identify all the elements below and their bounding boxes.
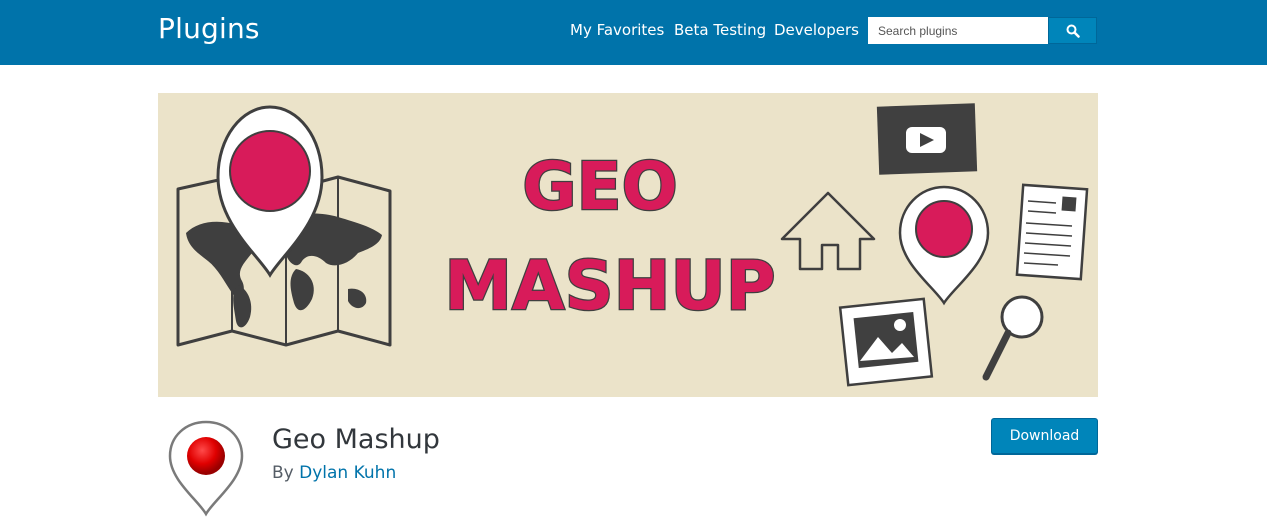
banner-title-line2: MASHUP [444,247,775,326]
video-icon [876,103,978,175]
house-icon [780,191,876,271]
site-header: Plugins My Favorites Beta Testing Develo… [0,0,1267,65]
photo-icon [838,297,934,387]
magnifier-icon [982,295,1044,381]
search-input[interactable] [868,17,1049,44]
download-button[interactable]: Download [991,418,1098,454]
banner-title-line1: GEO [522,148,677,225]
document-icon [1015,183,1089,281]
section-title[interactable]: Plugins [158,12,260,45]
plugin-title: Geo Mashup [272,424,440,455]
nav-beta-testing[interactable]: Beta Testing [674,21,766,39]
author-prefix: By [272,463,294,483]
plugin-banner: GEO MASHUP [158,93,1098,397]
author-link[interactable]: Dylan Kuhn [299,463,396,483]
plugin-icon [166,420,246,520]
search-icon [1066,24,1080,38]
location-pin-icon [898,185,990,306]
search-button[interactable] [1048,17,1097,44]
plugin-author: By Dylan Kuhn [272,463,396,483]
nav-my-favorites[interactable]: My Favorites [570,21,664,39]
map-pin-icon [168,420,244,517]
nav-developers[interactable]: Developers [774,21,859,39]
